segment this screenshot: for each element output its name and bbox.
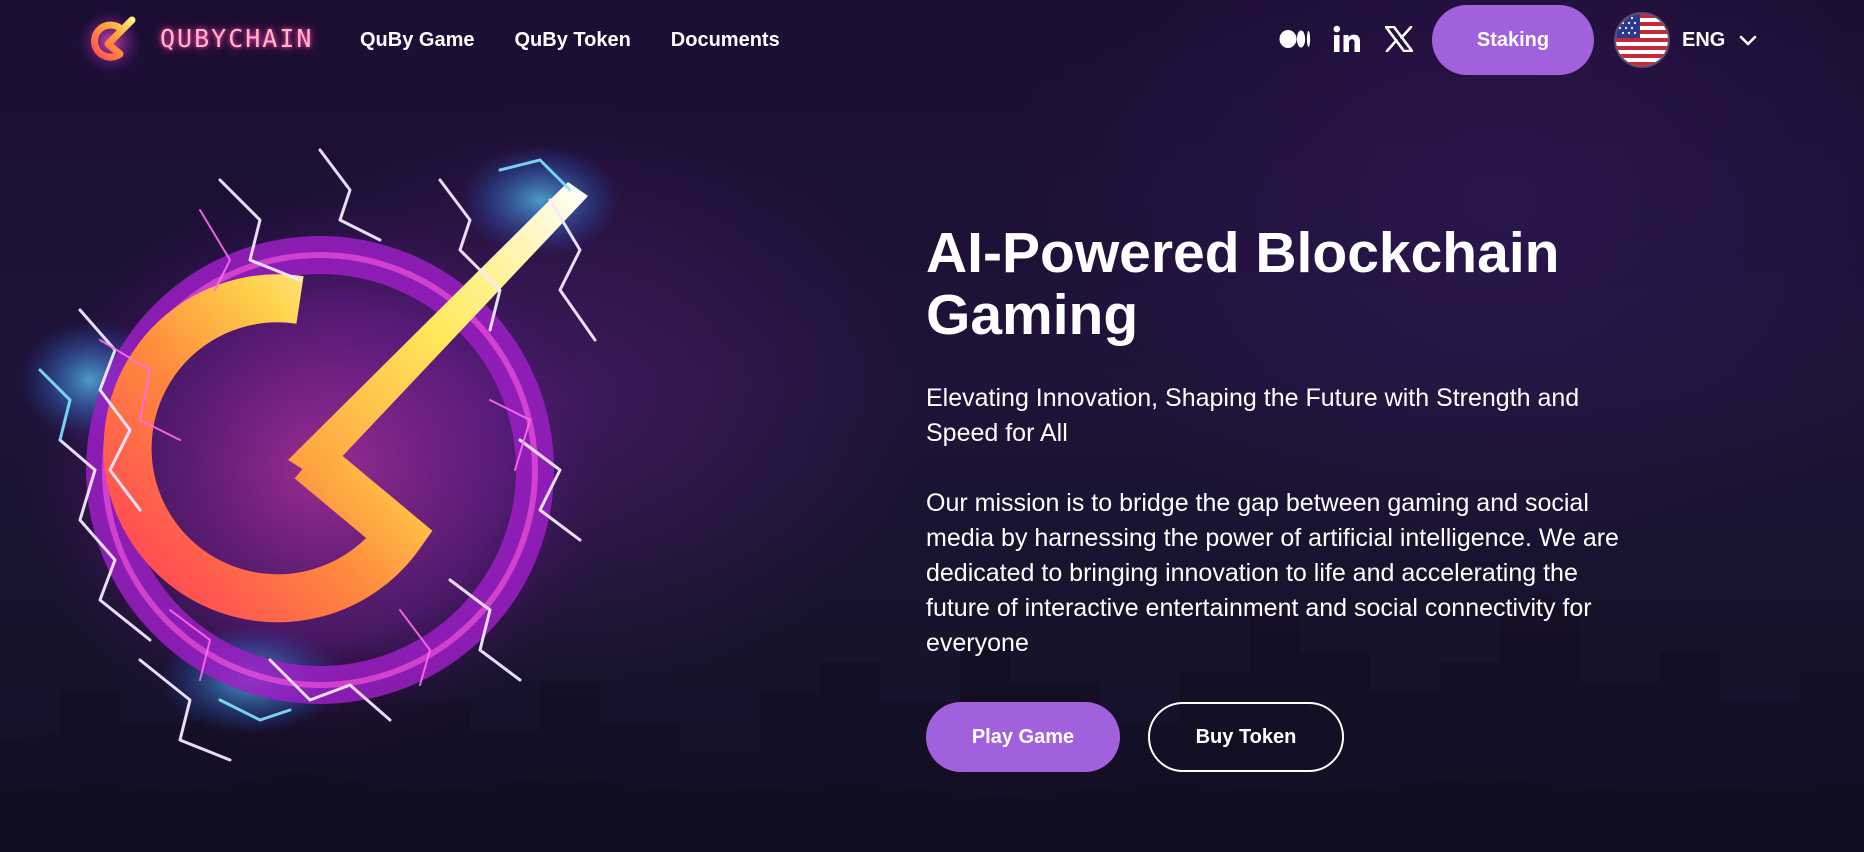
us-flag-icon [1614, 12, 1670, 68]
language-label: ENG [1682, 29, 1726, 51]
staking-button[interactable]: Staking [1432, 5, 1594, 75]
nav-item-quby-token[interactable]: QuBy Token [514, 27, 630, 53]
hero-content: AI-Powered Blockchain Gaming Elevating I… [926, 222, 1626, 661]
x-twitter-icon[interactable] [1384, 22, 1414, 56]
site-header: QUBYCHAIN QuBy Game QuBy Token Documents [0, 0, 1864, 80]
main-nav: QuBy Game QuBy Token Documents [360, 27, 780, 53]
brand-wordmark[interactable]: QUBYCHAIN [160, 24, 313, 54]
play-game-button[interactable]: Play Game [926, 702, 1120, 772]
hero-subtitle: Elevating Innovation, Shaping the Future… [926, 384, 1580, 447]
nav-item-quby-game[interactable]: QuBy Game [360, 27, 474, 53]
nav-item-documents[interactable]: Documents [671, 27, 780, 53]
qubychain-logo-icon[interactable] [74, 6, 150, 74]
language-selector[interactable]: ENG [1614, 12, 1759, 68]
medium-icon[interactable] [1278, 22, 1312, 56]
linkedin-icon[interactable] [1332, 22, 1362, 56]
buy-token-button[interactable]: Buy Token [1148, 702, 1344, 772]
chevron-down-icon [1740, 35, 1757, 46]
hero-lightning-logo-art [20, 145, 620, 762]
hero-title: AI-Powered Blockchain Gaming [926, 221, 1560, 347]
hero-mission-text: Our mission is to bridge the gap between… [926, 489, 1619, 657]
